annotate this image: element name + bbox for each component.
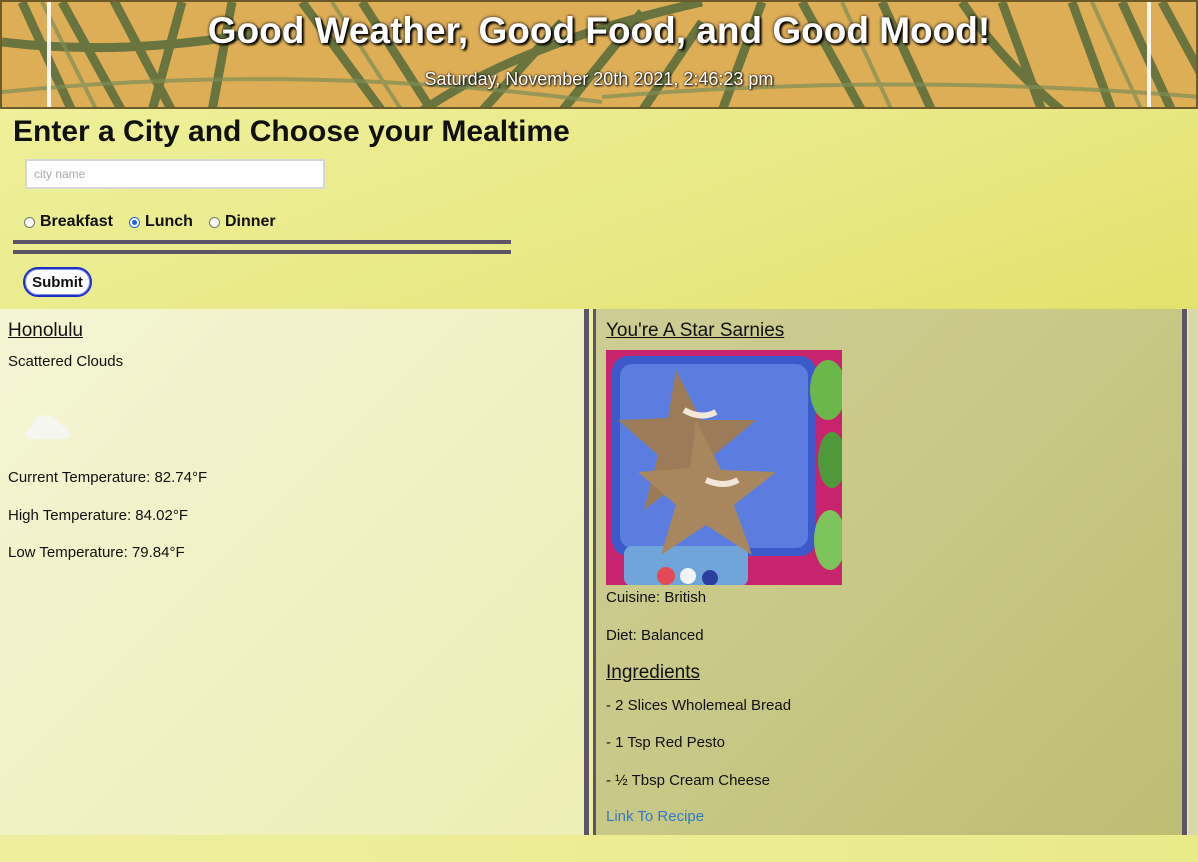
radio-dinner[interactable]: [208, 216, 220, 228]
recipe-title: You're A Star Sarnies: [606, 320, 785, 341]
ingredient-item: - ½ Tbsp Cream Cheese: [606, 772, 770, 789]
panel-divider-left: [584, 309, 589, 835]
weather-description: Scattered Clouds: [8, 353, 124, 370]
recipe-panel: You're A Star Sarnies Cuisine: British D…: [596, 309, 1182, 835]
divider-line: [13, 240, 511, 244]
ingredients-heading: Ingredients: [606, 662, 701, 683]
recipe-image: [606, 350, 842, 585]
ingredient-item: - 1 Tsp Red Pesto: [606, 734, 725, 751]
radio-label-breakfast: Breakfast: [40, 213, 113, 230]
radio-label-dinner: Dinner: [224, 213, 276, 230]
header-banner: Good Weather, Good Food, and Good Mood! …: [0, 0, 1198, 110]
radio-breakfast[interactable]: [24, 216, 35, 228]
current-datetime: Saturday, November 20th 2021, 2:46:23 pm: [424, 69, 774, 89]
star-sandwich-image: [606, 350, 842, 585]
right-edge: [1188, 309, 1198, 835]
submit-button[interactable]: Submit: [23, 267, 92, 297]
meal-option-dinner[interactable]: Dinner: [208, 213, 276, 231]
low-temperature: Low Temperature: 79.84°F: [8, 544, 185, 561]
city-name: Honolulu: [8, 320, 83, 341]
recipe-diet: Diet: Balanced: [606, 627, 704, 644]
city-input[interactable]: [25, 159, 325, 189]
form-heading: Enter a City and Choose your Mealtime: [13, 115, 570, 148]
panel-divider-right: [1182, 309, 1187, 835]
ingredient-item: - 2 Slices Wholemeal Bread: [606, 697, 792, 714]
meal-option-breakfast[interactable]: Breakfast: [24, 213, 113, 231]
search-form: Enter a City and Choose your Mealtime Br…: [0, 109, 1198, 309]
meal-option-lunch[interactable]: Lunch: [128, 213, 193, 231]
recipe-cuisine: Cuisine: British: [606, 589, 707, 606]
weather-panel: Honolulu Scattered Clouds Current Temper…: [0, 309, 584, 835]
radio-lunch[interactable]: [128, 216, 140, 228]
cloud-icon: [25, 415, 71, 439]
page-title: Good Weather, Good Food, and Good Mood!: [207, 10, 991, 51]
page-footer-strip: [0, 835, 1198, 862]
radio-label-lunch: Lunch: [144, 213, 193, 230]
divider-line: [13, 250, 511, 254]
current-temperature: Current Temperature: 82.74°F: [8, 469, 208, 486]
recipe-link[interactable]: Link To Recipe: [606, 808, 704, 825]
high-temperature: High Temperature: 84.02°F: [8, 507, 188, 524]
mealtime-radio-group: Breakfast Lunch Dinner: [24, 213, 292, 231]
